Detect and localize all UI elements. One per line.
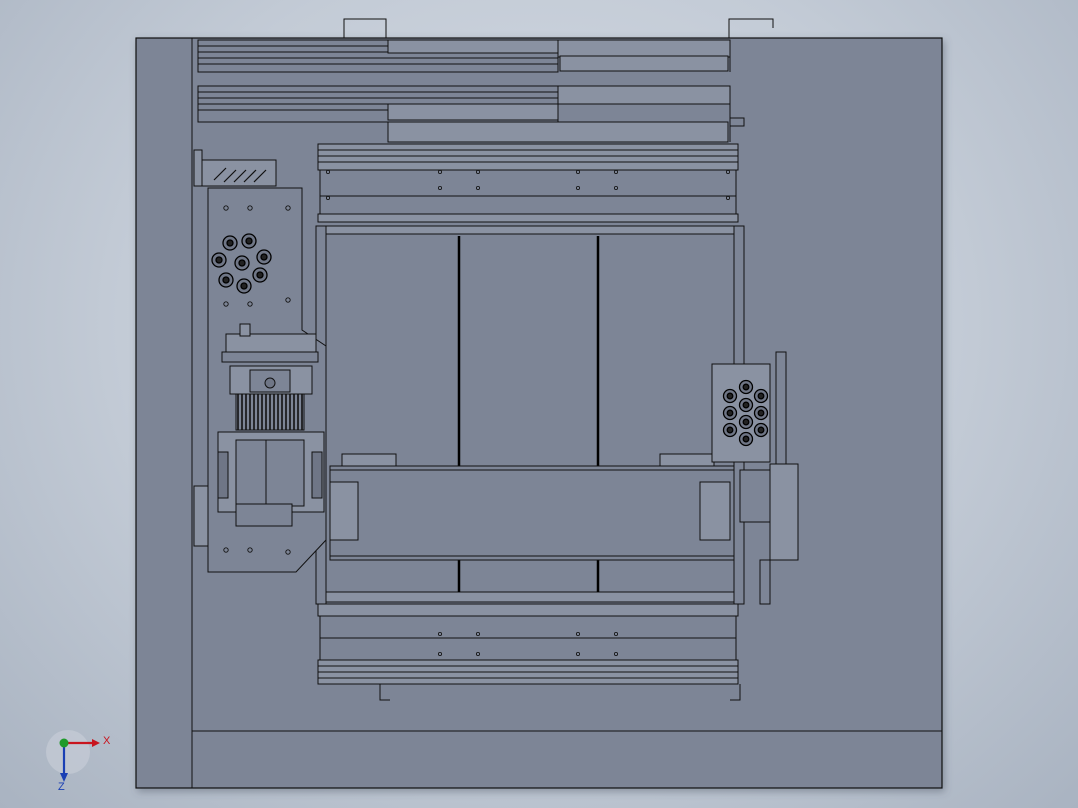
triad-y-axis-dot	[59, 738, 69, 748]
motor-cooling-fins	[235, 393, 305, 431]
triad-origin-shading	[46, 730, 90, 774]
top-bracket-right[interactable]	[728, 18, 774, 38]
coordinate-triad[interactable]: X Z	[46, 730, 111, 793]
triad-z-label: Z	[58, 781, 65, 793]
top-carriage-beam[interactable]	[317, 143, 739, 223]
cad-viewport[interactable]: X Z	[0, 0, 1078, 808]
triad-x-label: X	[103, 735, 111, 747]
triad-x-arrowhead	[92, 739, 100, 747]
lower-transverse-beam[interactable]	[329, 453, 735, 561]
gearbox[interactable]	[221, 323, 319, 395]
top-bracket-left[interactable]	[343, 18, 387, 38]
upper-guide-rail-1[interactable]	[197, 39, 731, 73]
servo-motor[interactable]	[217, 431, 325, 527]
